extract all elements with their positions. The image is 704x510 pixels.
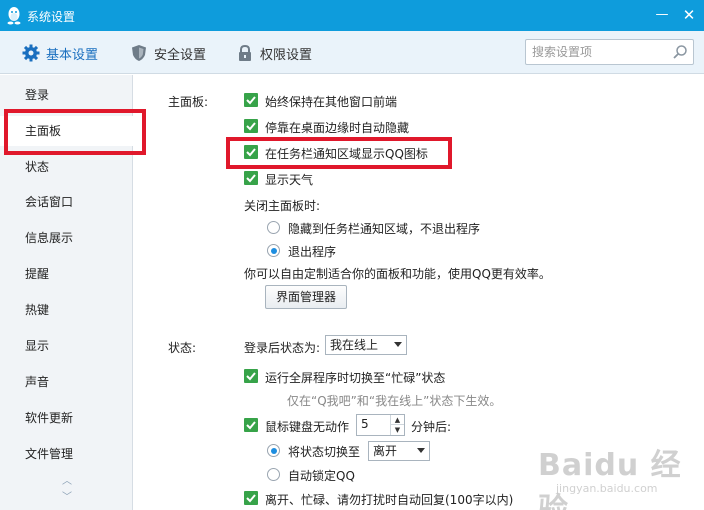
sidebar-item-chat-window[interactable]: 会话窗口 (0, 187, 133, 217)
checkbox-fullscreen-busy[interactable] (244, 369, 258, 383)
checkbox-show-weather[interactable] (244, 171, 258, 185)
chevron-down-icon (417, 448, 425, 453)
search-box (525, 39, 694, 65)
sidebar-scroll-down-icon[interactable]: ﹀ (60, 493, 74, 503)
interface-manager-button[interactable]: 界面管理器 (265, 285, 347, 309)
auto-reply-label: 离开、忙碌、请勿打扰时自动回复(100字以内) (265, 493, 514, 507)
idle-switch-status-value: 离开 (373, 444, 398, 458)
sidebar-item-reminder[interactable]: 提醒 (0, 259, 133, 289)
tab-security-label: 安全设置 (154, 47, 207, 63)
radio-switch-status[interactable] (267, 444, 280, 457)
settings-tab-bar: 基本设置 安全设置 权限设置 (0, 31, 704, 74)
gear-icon (22, 44, 40, 62)
sidebar-item-file-management[interactable]: 文件管理 (0, 439, 133, 469)
radio-auto-lock[interactable] (267, 468, 280, 481)
tab-permission-label: 权限设置 (260, 47, 313, 63)
close-button[interactable]: ✕ (680, 6, 698, 24)
idle-switch-status-select[interactable]: 离开 (368, 441, 430, 461)
tab-basic-settings[interactable]: 基本设置 (22, 43, 98, 63)
status-section-label: 状态: (168, 341, 197, 355)
sidebar-item-software-update[interactable]: 软件更新 (0, 403, 133, 433)
watermark-logo-text: Baidu 经验 (538, 448, 682, 510)
baidu-watermark: Baidu 经验 jingyan.baidu.com (538, 440, 698, 510)
checkbox-idle-switch[interactable] (244, 418, 258, 432)
title-bar: 系统设置 — ✕ (0, 0, 704, 31)
sidebar-item-status[interactable]: 状态 (0, 152, 133, 182)
option-show-weather-label: 显示天气 (265, 173, 314, 187)
after-login-status-label: 登录后状态为: (244, 341, 321, 355)
radio-exit-program[interactable] (267, 244, 280, 257)
radio-switch-status-label: 将状态切换至 (288, 445, 361, 459)
fullscreen-busy-label: 运行全屏程序时切换至“忙碌”状态 (265, 371, 446, 385)
minimize-button[interactable]: — (653, 6, 671, 24)
tab-security-settings[interactable]: 安全设置 (130, 43, 206, 63)
tab-basic-label: 基本设置 (46, 47, 99, 63)
main-panel-section-label: 主面板: (168, 95, 209, 109)
radio-exit-program-label: 退出程序 (288, 245, 337, 259)
highlight-box-sidebar (4, 109, 146, 155)
sidebar-scroll-up-icon[interactable]: ︿ (60, 477, 74, 487)
sidebar-item-display[interactable]: 显示 (0, 331, 133, 361)
lock-icon (239, 44, 251, 61)
option-always-on-top-label: 始终保持在其他窗口前端 (265, 95, 398, 109)
stepper-up-icon[interactable]: ▲ (390, 415, 404, 425)
after-login-status-select[interactable]: 我在线上 (325, 335, 407, 355)
checkbox-always-on-top[interactable] (244, 93, 258, 107)
option-auto-hide-label: 停靠在桌面边缘时自动隐藏 (265, 121, 410, 135)
shield-icon (132, 45, 146, 61)
customize-hint-text: 你可以自由定制适合你的面板和功能，使用QQ更有效率。 (244, 267, 551, 281)
checkbox-auto-hide[interactable] (244, 119, 258, 133)
after-login-status-value: 我在线上 (330, 338, 379, 352)
sidebar-item-hotkeys[interactable]: 热键 (0, 295, 133, 325)
checkbox-auto-reply[interactable] (244, 491, 258, 505)
idle-minutes-stepper[interactable]: 5 ▲ ▼ (356, 414, 405, 436)
window-title: 系统设置 (27, 10, 76, 24)
search-input[interactable] (532, 43, 668, 61)
stepper-down-icon[interactable]: ▼ (390, 425, 404, 435)
idle-minutes-value: 5 (361, 417, 369, 431)
highlight-box-tray-option (226, 137, 452, 169)
qq-penguin-icon (7, 7, 21, 25)
sidebar-item-sound[interactable]: 声音 (0, 367, 133, 397)
sidebar-item-info-display[interactable]: 信息展示 (0, 223, 133, 253)
chevron-down-icon (394, 342, 402, 347)
close-panel-label: 关闭主面板时: (244, 199, 321, 213)
radio-hide-to-tray[interactable] (267, 221, 280, 234)
sidebar-item-login[interactable]: 登录 (0, 80, 133, 110)
radio-auto-lock-label: 自动锁定QQ (288, 469, 355, 483)
search-icon[interactable] (672, 44, 688, 60)
idle-minutes-suffix: 分钟后: (411, 420, 452, 434)
fullscreen-busy-note: 仅在“Q我吧”和“我在线上”状态下生效。 (287, 394, 502, 408)
watermark-url-text: jingyan.baidu.com (556, 482, 658, 495)
idle-label: 鼠标键盘无动作 (265, 420, 350, 434)
radio-hide-to-tray-label: 隐藏到任务栏通知区域，不退出程序 (288, 222, 481, 236)
tab-permission-settings[interactable]: 权限设置 (236, 43, 312, 63)
